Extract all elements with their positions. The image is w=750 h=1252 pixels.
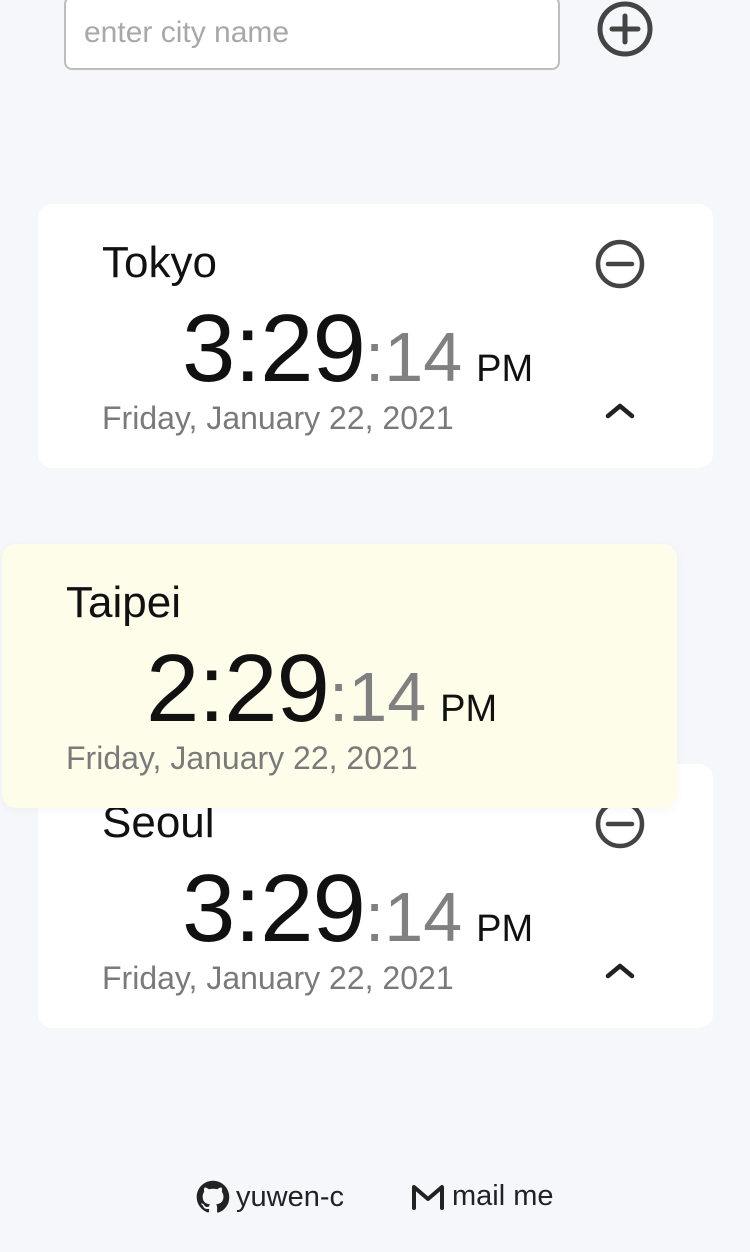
chevron-up-icon[interactable]	[598, 394, 642, 430]
mail-link-label: mail me	[452, 1180, 554, 1212]
city-name: Tokyo	[102, 238, 217, 287]
chevron-up-icon[interactable]	[598, 954, 642, 990]
search-row	[0, 0, 750, 80]
city-search-input[interactable]	[64, 0, 560, 70]
github-link-label: yuwen-c	[236, 1180, 344, 1213]
clock-ampm: PM	[476, 348, 534, 390]
clock-date: Friday, January 22, 2021	[102, 960, 454, 996]
github-icon	[196, 1180, 230, 1213]
clock-hour-minute: 2:29	[146, 635, 330, 742]
mail-link[interactable]: mail me	[410, 1180, 554, 1213]
clock-ampm: PM	[476, 908, 534, 950]
clock-seconds: :14	[364, 318, 463, 396]
mail-icon	[412, 1184, 444, 1210]
clock-date: Friday, January 22, 2021	[102, 400, 454, 436]
clock-time: 3:29:14 PM	[182, 294, 533, 404]
clock-hour-minute: 3:29	[182, 295, 366, 402]
clock-time: 2:29:14 PM	[146, 634, 497, 744]
plus-circle-icon[interactable]	[596, 0, 654, 58]
clock-seconds: :14	[364, 878, 463, 956]
clock-time: 3:29:14 PM	[182, 854, 533, 964]
clock-card-taipei[interactable]: Taipei 2:29:14 PM Friday, January 22, 202…	[2, 544, 677, 808]
github-link[interactable]: yuwen-c	[196, 1180, 344, 1214]
city-name: Taipei	[66, 578, 181, 627]
footer: yuwen-c mail me	[0, 1180, 750, 1228]
clock-hour-minute: 3:29	[182, 855, 366, 962]
world-clock-page: Tokyo 3:29:14PM Friday, January 22, 2021…	[0, 0, 750, 1252]
clock-card-tokyo[interactable]: Tokyo 3:29:14 PM Friday, January 22, 2021	[38, 204, 713, 468]
clock-date: Friday, January 22, 2021	[66, 740, 418, 776]
clock-seconds: :14	[328, 658, 427, 736]
minus-circle-icon[interactable]	[594, 238, 646, 290]
clock-ampm: PM	[440, 688, 498, 730]
